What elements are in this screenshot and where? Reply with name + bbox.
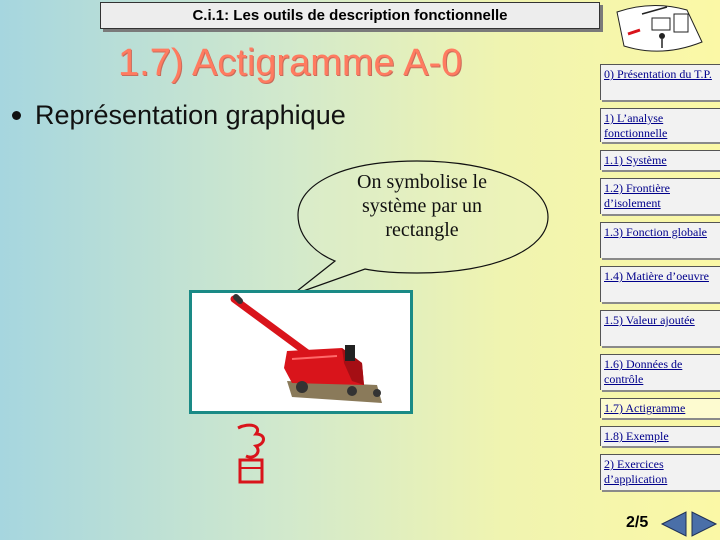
menu-item-donnees-controle[interactable]: 1.6) Données de contrôle xyxy=(600,354,720,390)
slide: C.i.1: Les outils de description fonctio… xyxy=(0,0,720,540)
logo-icon xyxy=(616,4,703,52)
slide-title: 1.7) Actigramme A-0 xyxy=(118,42,463,84)
menu-item-frontiere[interactable]: 1.2) Frontière d’isolement xyxy=(600,178,720,214)
header-title: C.i.1: Les outils de description fonctio… xyxy=(192,7,508,24)
menu-item-systeme[interactable]: 1.1) Système xyxy=(600,150,720,170)
bullet-point: Représentation graphique xyxy=(12,100,346,131)
menu-item-presentation[interactable]: 0) Présentation du T.P. xyxy=(600,64,720,100)
hydraulic-jack-image xyxy=(192,293,410,411)
system-rectangle xyxy=(189,290,413,414)
bubble-line: On symbolise le xyxy=(357,171,487,193)
previous-arrow-icon[interactable] xyxy=(660,510,688,538)
bullet-dot-icon xyxy=(12,111,21,120)
menu-item-analyse-fonctionnelle[interactable]: 1) L’analyse fonctionnelle xyxy=(600,108,720,142)
menu-item-valeur-ajoutee[interactable]: 1.5) Valeur ajoutée xyxy=(600,310,720,346)
menu-item-exercices[interactable]: 2) Exercices d’application xyxy=(600,454,720,490)
menu-item-fonction-globale[interactable]: 1.3) Fonction globale xyxy=(600,222,720,258)
menu-item-exemple[interactable]: 1.8) Exemple xyxy=(600,426,720,446)
page-number: 2/5 xyxy=(626,514,649,531)
bubble-text: On symbolise le système par un rectangle xyxy=(322,170,522,242)
header-bar: C.i.1: Les outils de description fonctio… xyxy=(100,2,600,29)
bubble-line: système par un xyxy=(362,195,482,217)
bubble-line: rectangle xyxy=(385,219,459,241)
menu-item-actigramme[interactable]: 1.7) Actigramme xyxy=(600,398,720,418)
pointing-hand-icon xyxy=(237,423,265,484)
bullet-text: Représentation graphique xyxy=(35,100,346,130)
menu-item-matiere-oeuvre[interactable]: 1.4) Matière d’oeuvre xyxy=(600,266,720,302)
next-arrow-icon[interactable] xyxy=(690,510,718,538)
